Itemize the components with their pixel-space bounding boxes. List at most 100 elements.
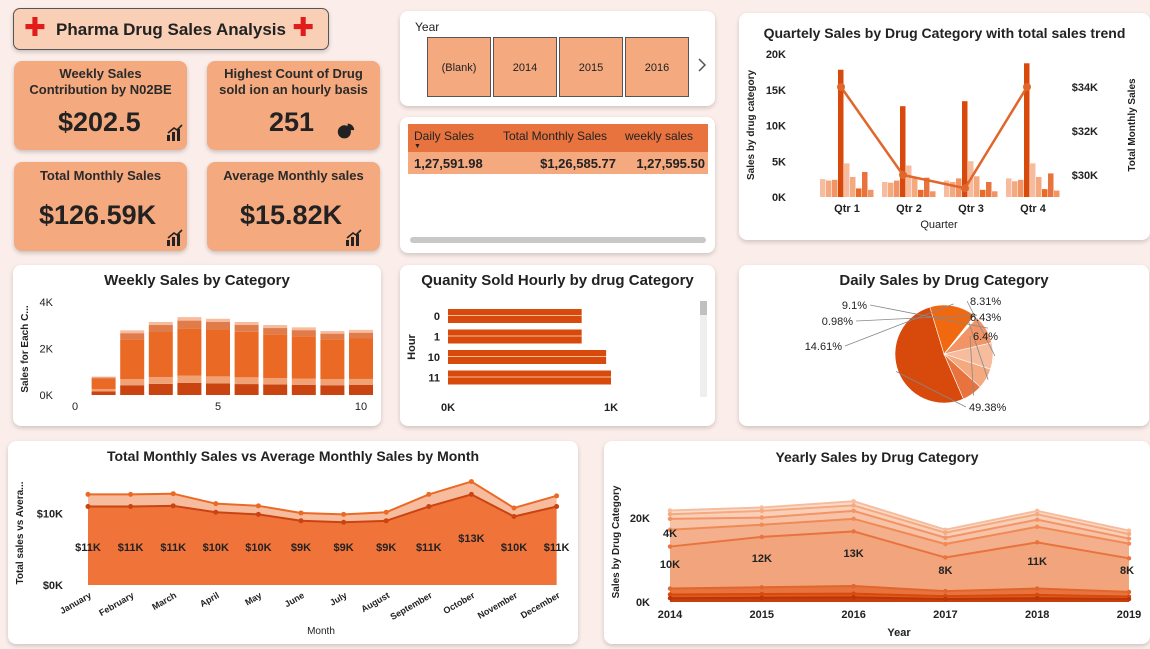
stack-point [759, 585, 764, 590]
bar-segment [320, 333, 345, 340]
bar-segment [320, 331, 345, 334]
year-option-2015[interactable]: 2015 [559, 37, 623, 97]
x-tick-label: Qtr 1 [834, 203, 860, 215]
column-header[interactable]: weekly sales [625, 129, 693, 143]
stack-point [667, 592, 673, 597]
average-point [170, 503, 176, 509]
bar-segment [263, 384, 288, 395]
stack-point [851, 583, 856, 589]
y-tick-label: 5K [772, 156, 786, 168]
data-label: $9K [334, 542, 354, 554]
year-option-2016[interactable]: 2016 [625, 37, 689, 97]
stack-point [759, 508, 764, 514]
sort-desc-icon[interactable]: ▼ [414, 143, 421, 150]
horizontal-scrollbar[interactable] [410, 237, 706, 243]
stack-point [759, 522, 764, 527]
chevron-right-icon[interactable] [696, 57, 708, 73]
column-header[interactable]: Total Monthly Sales [503, 129, 607, 143]
average-point [554, 504, 560, 510]
bar-segment [320, 385, 345, 395]
stack-point [1035, 517, 1040, 522]
data-label: $11K [118, 542, 144, 554]
y-tick-label: 2K [40, 344, 54, 356]
stack-point [943, 555, 948, 560]
year-option-2014[interactable]: 2014 [493, 37, 557, 97]
stack-point [1126, 541, 1132, 546]
kpi-value: $15.82K [240, 200, 343, 230]
stack-point [1126, 531, 1132, 537]
stack-point [667, 544, 673, 549]
y-tick-label: 0K [772, 192, 786, 204]
bar-segment [91, 378, 116, 390]
x-tick-label: March [150, 590, 178, 612]
vertical-scrollbar[interactable] [700, 301, 707, 397]
trend-point [837, 83, 845, 91]
total-point [341, 511, 347, 517]
y2-axis-label: Total Monthly Sales [1127, 78, 1138, 172]
bar-segment [320, 379, 345, 386]
bar [826, 180, 832, 197]
bar [1054, 190, 1060, 197]
bar-segment [291, 378, 316, 385]
bar-segment [91, 377, 116, 379]
data-label: 8K [1120, 565, 1134, 577]
y-tick-label: 0 [434, 311, 440, 323]
bar-segment [349, 338, 373, 379]
stack-point [943, 530, 948, 535]
monthly-sales-area-chart: Total Monthly Sales vs Average Monthly S… [8, 441, 578, 644]
bar [918, 189, 924, 197]
stack-point [1035, 512, 1040, 517]
bar [862, 171, 868, 197]
total-point [511, 505, 517, 511]
kpi-title: Average Monthly sales [223, 168, 364, 183]
bar-segment [206, 318, 230, 322]
y2-tick-label: $34K [1072, 82, 1098, 94]
stack-point [1126, 589, 1132, 595]
x-tick-label: January [58, 590, 93, 616]
year-option-blank[interactable]: (Blank) [427, 37, 491, 97]
stack-point [1126, 536, 1132, 541]
data-label: $10K [203, 542, 229, 554]
total-point [213, 501, 219, 507]
bar [1018, 179, 1024, 197]
x-tick-label: June [283, 590, 306, 609]
kpi-value: $202.5 [58, 107, 141, 137]
total-point [128, 491, 134, 497]
column-header[interactable]: Daily Sales [414, 129, 474, 143]
average-point [511, 514, 517, 520]
bar [962, 101, 968, 197]
bar-segment [206, 383, 230, 395]
data-label: $10K [245, 542, 271, 554]
trend-point [899, 171, 907, 179]
year-slicer: Year (Blank) 2014 2015 2016 [400, 11, 715, 106]
data-label: 11K [1027, 556, 1047, 568]
bar-segment [91, 391, 116, 395]
bar [986, 181, 992, 197]
bar-segment [234, 325, 259, 332]
y-tick-label: 15K [766, 85, 786, 97]
weekly-chart-svg: 0K 2K 4K 0 5 10 Sales for Each C... [20, 297, 373, 413]
bar [980, 189, 986, 197]
kpi-weekly-contribution: Weekly Sales Contribution by N02BE $202.… [14, 61, 187, 150]
y-tick-label: $10K [37, 509, 63, 521]
bar-divider [448, 376, 611, 378]
data-label: $9K [376, 542, 396, 554]
bar [894, 180, 900, 197]
y-axis-label: Sales by Drug Category [611, 485, 622, 598]
bar [1036, 176, 1042, 197]
average-area [88, 494, 557, 585]
stack-point [1035, 524, 1040, 530]
stack-point [851, 529, 856, 534]
bar-segment [148, 331, 173, 378]
scrollbar-thumb[interactable] [700, 301, 707, 315]
bar-segment [263, 325, 288, 329]
bar [820, 179, 826, 197]
x-tick-label: May [243, 590, 263, 607]
bar-segment [234, 321, 259, 326]
bar [992, 191, 998, 197]
x-tick-label: August [359, 590, 391, 614]
stack-point [667, 512, 673, 517]
bar-segment [120, 339, 145, 380]
data-label: $13K [458, 533, 484, 545]
bar-divider [448, 356, 607, 357]
